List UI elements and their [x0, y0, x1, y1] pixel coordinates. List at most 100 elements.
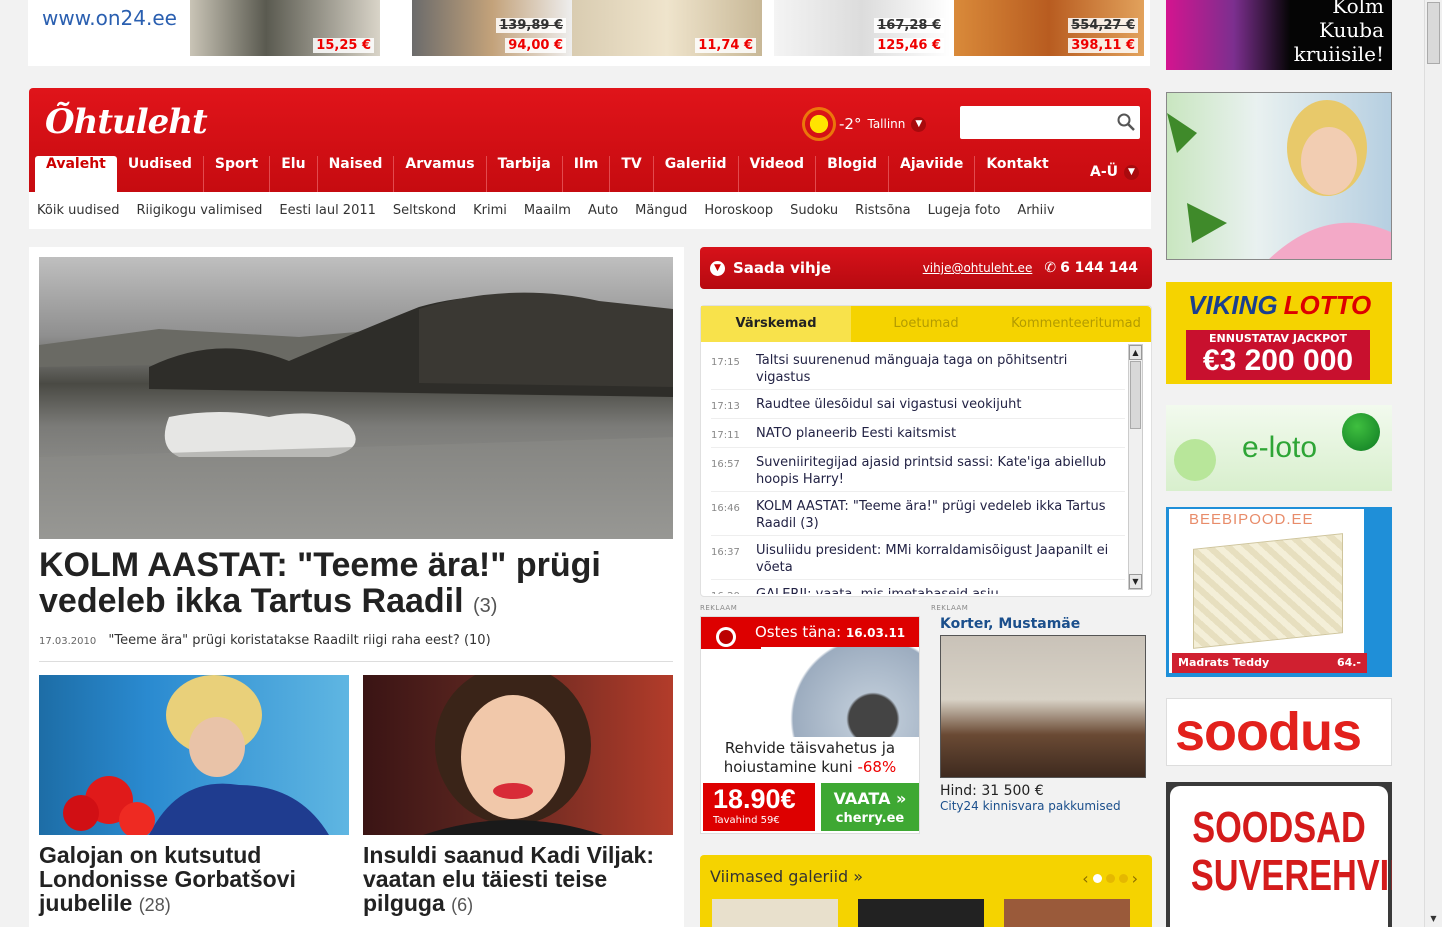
- news-title[interactable]: Uisuliidu president: MMi korraldamisõigu…: [756, 542, 1125, 576]
- news-title[interactable]: KOLM AASTAT: "Teeme ära!" prügi vedeleb …: [756, 498, 1125, 532]
- list-item[interactable]: 17:15 Taltsi suurenenud mänguaja taga on …: [711, 346, 1125, 390]
- nav-videod[interactable]: Videod: [739, 156, 817, 192]
- e-loto-ad[interactable]: e-loto: [1166, 405, 1392, 491]
- nav-ajaviide[interactable]: Ajaviide: [889, 156, 976, 192]
- list-item[interactable]: 16:46 KOLM AASTAT: "Teeme ära!" prügi ved…: [711, 492, 1125, 536]
- weather-widget[interactable]: -2° Tallinn ▼: [805, 110, 927, 138]
- banner-product-5[interactable]: 554,27 € 398,11 €: [954, 0, 1144, 56]
- gallery-thumb[interactable]: [1004, 899, 1130, 927]
- hero-image[interactable]: [39, 257, 673, 539]
- related-title[interactable]: "Teeme ära" prügi koristatakse Raadilt r…: [108, 633, 459, 648]
- chevron-left-icon[interactable]: ‹: [1082, 869, 1088, 888]
- banner-product-2[interactable]: 139,89 € 94,00 €: [412, 0, 572, 56]
- gallery-thumb[interactable]: [712, 899, 838, 927]
- tab-loetumad[interactable]: Loetumad: [851, 306, 1001, 342]
- related-link[interactable]: 17.03.2010 "Teeme ära" prügi koristataks…: [39, 633, 491, 648]
- cherry-cta-label[interactable]: VAATA »: [834, 789, 907, 808]
- nav-kontakt[interactable]: Kontakt: [975, 156, 1059, 192]
- nav-ilm[interactable]: Ilm: [563, 156, 611, 192]
- banner-product-1[interactable]: 15,25 €: [190, 0, 380, 56]
- viking-lotto-ad[interactable]: VIKING LOTTO ENNUSTATAV JACKPOT €3 200 00…: [1166, 282, 1392, 384]
- subnav-lugeja-foto[interactable]: Lugeja foto: [928, 203, 1001, 218]
- search-input[interactable]: [960, 106, 1140, 139]
- nav-naised[interactable]: Naised: [318, 156, 395, 192]
- tab-varskemad[interactable]: Värskemad: [701, 306, 851, 342]
- korter-title[interactable]: Korter, Mustamäe: [940, 616, 1152, 632]
- nav-blogid[interactable]: Blogid: [816, 156, 889, 192]
- subnav-krimi[interactable]: Krimi: [473, 203, 507, 218]
- search-icon[interactable]: [1116, 112, 1136, 132]
- subnav-horoskoop[interactable]: Horoskoop: [704, 203, 773, 218]
- list-item[interactable]: 16:57 Suveniiritegijad ajasid printsid sa…: [711, 448, 1125, 492]
- beebipood-ad[interactable]: BEEBIPOOD.EE Madrats Teddy 64.-: [1166, 507, 1392, 677]
- list-item[interactable]: 17:11 NATO planeerib Eesti kaitsmist: [711, 419, 1125, 448]
- subnav-auto[interactable]: Auto: [588, 203, 618, 218]
- gallery-thumb[interactable]: [858, 899, 984, 927]
- list-item[interactable]: 16:37 Uisuliidu president: MMi korraldami…: [711, 536, 1125, 580]
- subnav-arhiiv[interactable]: Arhiiv: [1017, 203, 1054, 218]
- story-comment-count[interactable]: (28): [139, 895, 171, 915]
- scroll-down-icon[interactable]: ▼: [1129, 574, 1142, 589]
- hero-headline[interactable]: KOLM AASTAT: "Teeme ära!" prügi vedeleb …: [39, 547, 679, 619]
- chevron-down-icon[interactable]: ▼: [911, 116, 927, 132]
- list-item[interactable]: 16:20GALERII: vaata, mis imetabaseid asj…: [711, 580, 1125, 594]
- real-estate-ad[interactable]: Korter, Mustamäe Hind: 31 500 € City24 k…: [940, 616, 1152, 826]
- tip-label[interactable]: Saada vihje: [733, 259, 831, 277]
- tab-kommenteeritumad[interactable]: Kommenteeritumad: [1001, 306, 1151, 342]
- subnav-riigikogu-valimised[interactable]: Riigikogu valimised: [136, 203, 262, 218]
- banner-product-4[interactable]: 167,28 € 125,46 €: [774, 0, 950, 56]
- subnav-sudoku[interactable]: Sudoku: [790, 203, 838, 218]
- news-title[interactable]: GALERII: vaata, mis imetabaseid asju: [756, 586, 999, 594]
- news-scrollbar[interactable]: ▲ ▼: [1128, 344, 1143, 590]
- gallery-title[interactable]: Viimased galeriid »: [710, 867, 863, 886]
- story-card[interactable]: Galojan on kutsutud Londonisse Gorbatšov…: [39, 675, 349, 916]
- news-title[interactable]: Raudtee ülesõidul sai vigastusi veokijuh…: [756, 396, 1021, 415]
- subnav-ristsona[interactable]: Ristsõna: [855, 203, 910, 218]
- site-logo[interactable]: Õhtuleht: [45, 102, 208, 142]
- nav-arvamus[interactable]: Arvamus: [394, 156, 487, 192]
- banner-product-3[interactable]: 11,74 €: [572, 0, 762, 56]
- nav-avaleht[interactable]: Avaleht: [35, 156, 117, 192]
- nav-uudised[interactable]: Uudised: [117, 156, 204, 192]
- pager-dot[interactable]: [1105, 874, 1115, 883]
- news-title[interactable]: NATO planeerib Eesti kaitsmist: [756, 425, 956, 444]
- banner-site-link[interactable]: www.on24.ee: [42, 6, 177, 30]
- nav-tarbija[interactable]: Tarbija: [487, 156, 563, 192]
- subnav-maailm[interactable]: Maailm: [524, 203, 571, 218]
- story-image[interactable]: [363, 675, 673, 835]
- story-comment-count[interactable]: (6): [451, 895, 473, 915]
- story-title[interactable]: Insuldi saanud Kadi Viljak: vaatan elu t…: [363, 842, 654, 916]
- nav-sport[interactable]: Sport: [204, 156, 271, 192]
- cherry-cta-button[interactable]: VAATA » cherry.ee: [821, 783, 919, 831]
- subnav-mangud[interactable]: Mängud: [635, 203, 687, 218]
- list-item[interactable]: 17:13 Raudtee ülesõidul sai vigastusi veo…: [711, 390, 1125, 419]
- cuba-cruise-ad[interactable]: Kolm Kuuba kruiisile!: [1166, 0, 1392, 70]
- nav-elu[interactable]: Elu: [270, 156, 318, 192]
- subnav-eesti-laul[interactable]: Eesti laul 2011: [279, 203, 375, 218]
- cherry-ad[interactable]: Ostes täna: 16.03.11 Rehvide täisvahetus…: [700, 616, 920, 834]
- related-count[interactable]: (10): [464, 633, 491, 648]
- nav-tv[interactable]: TV: [610, 156, 654, 192]
- woman-ad[interactable]: [1166, 92, 1392, 260]
- chevron-right-icon[interactable]: ›: [1132, 869, 1138, 888]
- story-image[interactable]: [39, 675, 349, 835]
- story-card[interactable]: Insuldi saanud Kadi Viljak: vaatan elu t…: [363, 675, 673, 916]
- tip-email-link[interactable]: vihje@ohtuleht.ee: [923, 261, 1033, 275]
- scrollbar-thumb[interactable]: [1130, 361, 1141, 429]
- korter-source-link[interactable]: City24 kinnisvara pakkumised: [940, 799, 1152, 813]
- page-scrollbar[interactable]: ▼: [1424, 0, 1442, 927]
- pager-dot[interactable]: [1118, 874, 1128, 883]
- hero-title-text[interactable]: KOLM AASTAT: "Teeme ära!" prügi vedeleb …: [39, 546, 601, 620]
- send-tip-bar[interactable]: ▼ Saada vihje vihje@ohtuleht.ee ✆ 6 144 …: [700, 247, 1152, 289]
- apartment-image[interactable]: [940, 635, 1146, 778]
- scroll-up-icon[interactable]: ▲: [1129, 345, 1142, 360]
- scrollbar-thumb[interactable]: [1427, 2, 1440, 64]
- nav-galeriid[interactable]: Galeriid: [654, 156, 739, 192]
- news-title[interactable]: Suveniiritegijad ajasid printsid sassi: …: [756, 454, 1125, 488]
- subnav-koik-uudised[interactable]: Kõik uudised: [37, 203, 119, 218]
- subnav-seltskond[interactable]: Seltskond: [393, 203, 456, 218]
- nav-az-menu[interactable]: A-Ü ▼: [1090, 164, 1139, 180]
- top-banner-ad[interactable]: www.on24.ee 15,25 € 139,89 € 94,00 € 11,…: [28, 0, 1150, 66]
- pager-dot[interactable]: [1092, 874, 1102, 883]
- scroll-down-icon[interactable]: ▼: [1427, 912, 1440, 925]
